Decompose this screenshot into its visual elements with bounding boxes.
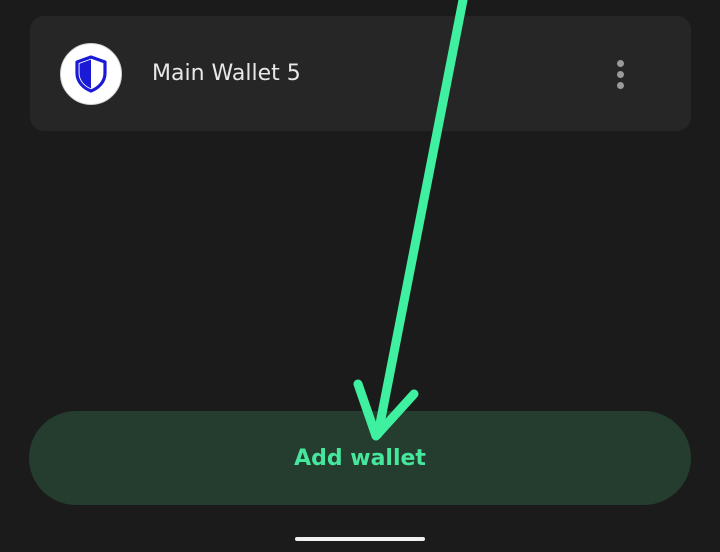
more-vertical-icon-dot [616,81,624,89]
wallet-name: Main Wallet 5 [152,61,301,86]
wallet-options-button[interactable] [604,54,636,94]
more-vertical-icon-dot [616,70,624,78]
wallet-card[interactable]: Main Wallet 5 [30,16,691,131]
home-indicator[interactable] [295,537,425,541]
shield-icon [75,55,107,93]
add-wallet-button[interactable]: Add wallet [29,411,691,505]
more-vertical-icon [616,59,624,67]
wallet-avatar [60,43,122,105]
add-wallet-label: Add wallet [294,445,426,471]
wallet-list-screen: Main Wallet 5 Add wallet [0,0,720,552]
